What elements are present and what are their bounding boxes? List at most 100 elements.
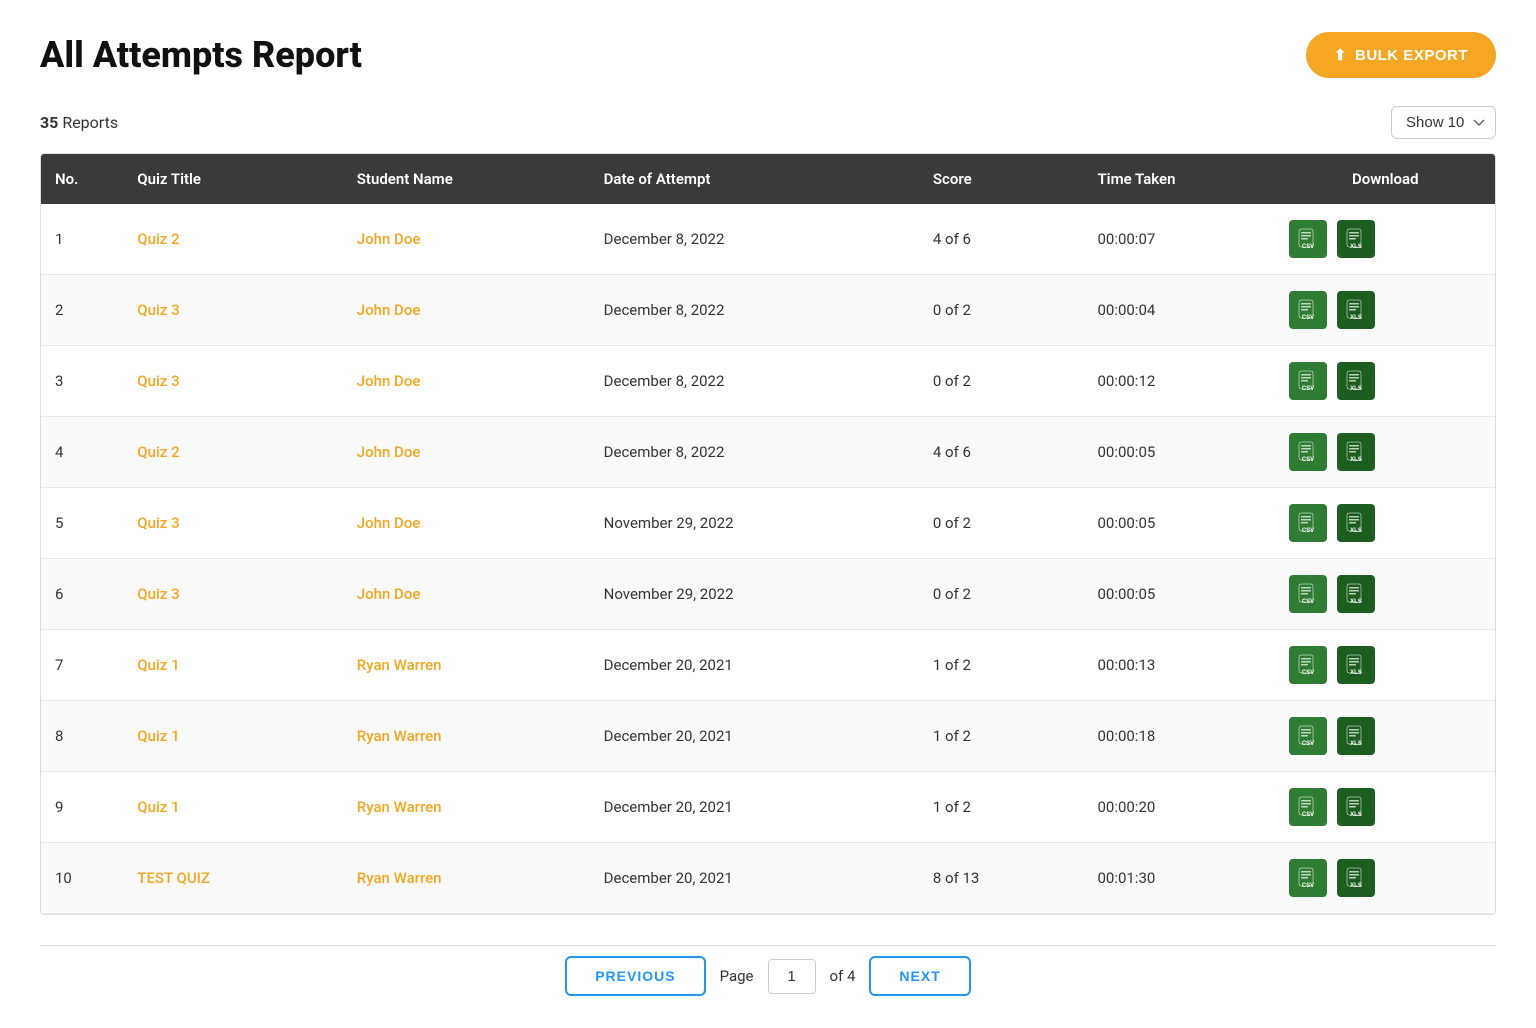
- table-row: 4 Quiz 2 John Doe December 8, 2022 4 of …: [41, 417, 1495, 488]
- student-link[interactable]: Ryan Warren: [357, 798, 442, 816]
- download-csv-button[interactable]: CSV: [1289, 362, 1327, 400]
- svg-text:XLS: XLS: [1351, 741, 1363, 747]
- student-link[interactable]: Ryan Warren: [357, 656, 442, 674]
- download-csv-button[interactable]: CSV: [1289, 859, 1327, 897]
- download-csv-button[interactable]: CSV: [1289, 433, 1327, 471]
- cell-student: Ryan Warren: [343, 772, 590, 843]
- cell-download: CSV XLS: [1275, 488, 1495, 559]
- download-xls-button[interactable]: XLS: [1337, 575, 1375, 613]
- quiz-link[interactable]: Quiz 3: [137, 514, 179, 532]
- cell-no: 6: [41, 559, 123, 630]
- student-link[interactable]: John Doe: [357, 514, 421, 532]
- table-row: 8 Quiz 1 Ryan Warren December 20, 2021 1…: [41, 701, 1495, 772]
- cell-quiz: Quiz 3: [123, 559, 342, 630]
- table-row: 1 Quiz 2 John Doe December 8, 2022 4 of …: [41, 204, 1495, 275]
- cell-time: 00:00:13: [1083, 630, 1275, 701]
- download-csv-button[interactable]: CSV: [1289, 291, 1327, 329]
- quiz-link[interactable]: Quiz 1: [137, 656, 179, 674]
- svg-text:XLS: XLS: [1351, 244, 1363, 250]
- quiz-link[interactable]: Quiz 3: [137, 301, 179, 319]
- download-csv-button[interactable]: CSV: [1289, 220, 1327, 258]
- download-csv-button[interactable]: CSV: [1289, 575, 1327, 613]
- cell-quiz: Quiz 2: [123, 204, 342, 275]
- quiz-link[interactable]: Quiz 1: [137, 798, 179, 816]
- download-xls-button[interactable]: XLS: [1337, 504, 1375, 542]
- show-select[interactable]: Show 5 Show 10 Show 25 Show 50: [1391, 106, 1496, 139]
- student-link[interactable]: John Doe: [357, 230, 421, 248]
- quiz-link[interactable]: TEST QUIZ: [137, 869, 210, 887]
- cell-date: December 8, 2022: [590, 346, 919, 417]
- col-quiz-title: Quiz Title: [123, 154, 342, 204]
- cell-student: John Doe: [343, 488, 590, 559]
- quiz-link[interactable]: Quiz 2: [137, 230, 179, 248]
- cell-download: CSV XLS: [1275, 843, 1495, 914]
- download-xls-button[interactable]: XLS: [1337, 433, 1375, 471]
- page-input[interactable]: [768, 959, 816, 994]
- cell-time: 00:00:18: [1083, 701, 1275, 772]
- download-xls-button[interactable]: XLS: [1337, 220, 1375, 258]
- svg-text:CSV: CSV: [1302, 315, 1314, 321]
- download-csv-button[interactable]: CSV: [1289, 504, 1327, 542]
- student-link[interactable]: John Doe: [357, 301, 421, 319]
- svg-text:CSV: CSV: [1302, 812, 1314, 818]
- col-student-name: Student Name: [343, 154, 590, 204]
- cell-score: 0 of 2: [919, 346, 1084, 417]
- svg-text:XLS: XLS: [1351, 812, 1363, 818]
- col-score: Score: [919, 154, 1084, 204]
- table-row: 10 TEST QUIZ Ryan Warren December 20, 20…: [41, 843, 1495, 914]
- cell-quiz: Quiz 2: [123, 417, 342, 488]
- bulk-export-button[interactable]: ⬆ BULK EXPORT: [1306, 32, 1496, 78]
- cell-student: John Doe: [343, 204, 590, 275]
- cell-date: December 8, 2022: [590, 275, 919, 346]
- download-xls-button[interactable]: XLS: [1337, 362, 1375, 400]
- quiz-link[interactable]: Quiz 3: [137, 585, 179, 603]
- cell-date: November 29, 2022: [590, 488, 919, 559]
- cell-score: 0 of 2: [919, 488, 1084, 559]
- svg-text:CSV: CSV: [1302, 670, 1314, 676]
- cell-score: 0 of 2: [919, 559, 1084, 630]
- cell-date: December 20, 2021: [590, 843, 919, 914]
- cell-time: 00:00:05: [1083, 559, 1275, 630]
- next-button[interactable]: NEXT: [869, 956, 970, 996]
- student-link[interactable]: Ryan Warren: [357, 869, 442, 887]
- svg-text:XLS: XLS: [1351, 599, 1363, 605]
- table-row: 5 Quiz 3 John Doe November 29, 2022 0 of…: [41, 488, 1495, 559]
- cell-date: December 20, 2021: [590, 772, 919, 843]
- download-xls-button[interactable]: XLS: [1337, 788, 1375, 826]
- svg-text:XLS: XLS: [1351, 457, 1363, 463]
- download-xls-button[interactable]: XLS: [1337, 859, 1375, 897]
- download-xls-button[interactable]: XLS: [1337, 717, 1375, 755]
- previous-button[interactable]: PREVIOUS: [565, 956, 705, 996]
- cell-no: 2: [41, 275, 123, 346]
- cell-date: December 8, 2022: [590, 204, 919, 275]
- cell-score: 4 of 6: [919, 204, 1084, 275]
- download-xls-button[interactable]: XLS: [1337, 646, 1375, 684]
- cell-quiz: Quiz 1: [123, 630, 342, 701]
- quiz-link[interactable]: Quiz 1: [137, 727, 179, 745]
- cell-time: 00:00:04: [1083, 275, 1275, 346]
- download-csv-button[interactable]: CSV: [1289, 646, 1327, 684]
- download-csv-button[interactable]: CSV: [1289, 788, 1327, 826]
- cell-no: 8: [41, 701, 123, 772]
- svg-text:XLS: XLS: [1351, 670, 1363, 676]
- quiz-link[interactable]: Quiz 2: [137, 443, 179, 461]
- cell-quiz: Quiz 1: [123, 701, 342, 772]
- cell-student: Ryan Warren: [343, 843, 590, 914]
- cell-quiz: Quiz 3: [123, 275, 342, 346]
- svg-text:CSV: CSV: [1302, 528, 1314, 534]
- quiz-link[interactable]: Quiz 3: [137, 372, 179, 390]
- reports-table-container: No. Quiz Title Student Name Date of Atte…: [40, 153, 1496, 915]
- student-link[interactable]: John Doe: [357, 372, 421, 390]
- download-xls-button[interactable]: XLS: [1337, 291, 1375, 329]
- page-title: All Attempts Report: [40, 34, 362, 76]
- table-row: 7 Quiz 1 Ryan Warren December 20, 2021 1…: [41, 630, 1495, 701]
- download-csv-button[interactable]: CSV: [1289, 717, 1327, 755]
- cell-no: 9: [41, 772, 123, 843]
- student-link[interactable]: John Doe: [357, 443, 421, 461]
- pagination-row: PREVIOUS Page of 4 NEXT: [40, 945, 1496, 996]
- cell-download: CSV XLS: [1275, 204, 1495, 275]
- reports-table: No. Quiz Title Student Name Date of Atte…: [41, 154, 1495, 914]
- student-link[interactable]: John Doe: [357, 585, 421, 603]
- student-link[interactable]: Ryan Warren: [357, 727, 442, 745]
- cell-no: 1: [41, 204, 123, 275]
